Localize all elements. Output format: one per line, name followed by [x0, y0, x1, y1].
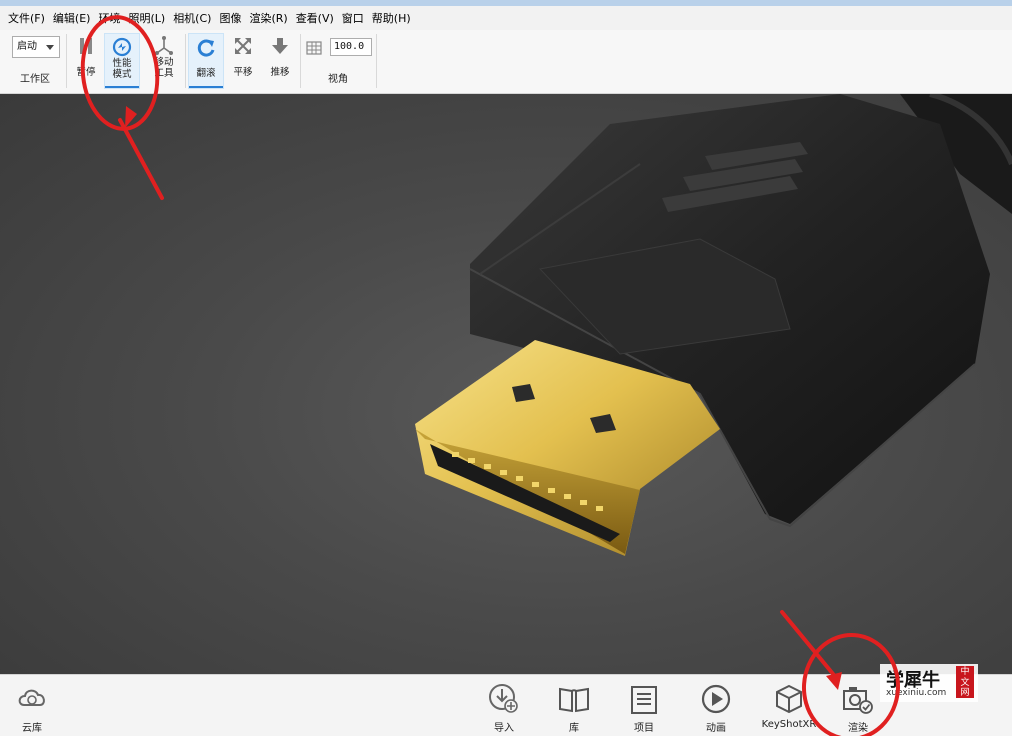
move-tool-label-line2: 工具 [154, 68, 174, 79]
arrow-down-icon [272, 38, 288, 54]
menu-file[interactable]: 文件(F) [4, 10, 49, 26]
menu-view[interactable]: 查看(V) [292, 10, 338, 26]
render-label: 渲染 [848, 723, 868, 734]
watermark-badge: 中文网 [956, 666, 974, 698]
active-indicator [105, 86, 139, 88]
workspace-label: 工作区 [20, 74, 50, 85]
keyshotxr-button[interactable]: KeyShotXR [758, 679, 820, 735]
workspace-select[interactable]: 启动 [12, 36, 60, 58]
project-icon [631, 686, 657, 714]
menu-edit[interactable]: 编辑(E) [49, 10, 95, 26]
performance-mode-button[interactable]: 性能 模式 [104, 33, 140, 89]
menu-render[interactable]: 渲染(R) [245, 10, 291, 26]
performance-icon [112, 37, 132, 57]
ribbon-toolbar: 启动 工作区 暂停 性能 模式 移动 工具 翻滚 平移 推移 100.0 视角 [0, 30, 1012, 94]
dolly-label: 推移 [270, 67, 290, 78]
menu-window[interactable]: 窗口 [338, 10, 368, 26]
pause-label: 暂停 [76, 67, 96, 78]
watermark-logo: 学犀牛 xuexiniu.com 中文网 [880, 664, 978, 702]
project-label: 项目 [634, 723, 654, 734]
camera-check-icon [843, 687, 873, 714]
import-label: 导入 [494, 723, 514, 734]
divider [376, 34, 377, 88]
workspace-select-value: 启动 [17, 41, 37, 52]
performance-label-line1: 性能 [112, 58, 132, 69]
cube-icon [776, 684, 802, 714]
menu-environment[interactable]: 环境 [94, 10, 124, 26]
active-indicator [189, 86, 223, 88]
move-tool-label-line1: 移动 [154, 57, 174, 68]
menu-help[interactable]: 帮助(H) [368, 10, 415, 26]
book-icon [559, 687, 589, 713]
divider [185, 34, 186, 88]
watermark-url: xuexiniu.com [886, 688, 947, 698]
pan-button[interactable]: 平移 [225, 33, 261, 89]
import-button[interactable]: 导入 [476, 679, 532, 735]
grid-view-icon [306, 41, 322, 55]
divider [300, 34, 301, 88]
pause-icon [80, 38, 92, 54]
menu-bar: 文件(F) 编辑(E) 环境 照明(L) 相机(C) 图像 渲染(R) 查看(V… [0, 6, 1012, 30]
pan-icon [235, 38, 251, 54]
import-icon [489, 684, 518, 713]
cloud-library-button[interactable]: 云库 [4, 679, 60, 735]
chevron-down-icon [46, 45, 54, 50]
dolly-button[interactable]: 推移 [262, 33, 298, 89]
animation-button[interactable]: 动画 [688, 679, 744, 735]
library-label: 库 [569, 723, 579, 734]
tumble-button[interactable]: 翻滚 [188, 33, 224, 89]
play-icon [701, 684, 731, 714]
keyshotxr-label: KeyShotXR [761, 719, 817, 730]
project-button[interactable]: 项目 [616, 679, 672, 735]
bottom-dock: 云库 导入 库 项目 动画 KeyShotXR 渲染 [0, 674, 1012, 736]
fov-input[interactable]: 100.0 [330, 38, 372, 56]
render-viewport[interactable] [0, 94, 1012, 674]
move-tool-icon [155, 36, 173, 55]
pan-label: 平移 [233, 67, 253, 78]
divider [66, 34, 67, 88]
move-tool-button[interactable]: 移动 工具 [146, 33, 182, 89]
library-button[interactable]: 库 [546, 679, 602, 735]
menu-camera[interactable]: 相机(C) [169, 10, 215, 26]
render-button[interactable]: 渲染 [830, 679, 886, 735]
tumble-label: 翻滚 [196, 68, 216, 79]
menu-image[interactable]: 图像 [215, 10, 245, 26]
rotate-icon [197, 39, 215, 57]
pause-button[interactable]: 暂停 [68, 33, 104, 89]
animation-label: 动画 [706, 723, 726, 734]
view-label: 视角 [328, 74, 348, 85]
hdmi-connector-render [415, 94, 1012, 556]
menu-lighting[interactable]: 照明(L) [124, 10, 169, 26]
cloud-library-label: 云库 [22, 723, 42, 734]
cloud-icon [18, 689, 45, 706]
performance-label-line2: 模式 [112, 69, 132, 80]
